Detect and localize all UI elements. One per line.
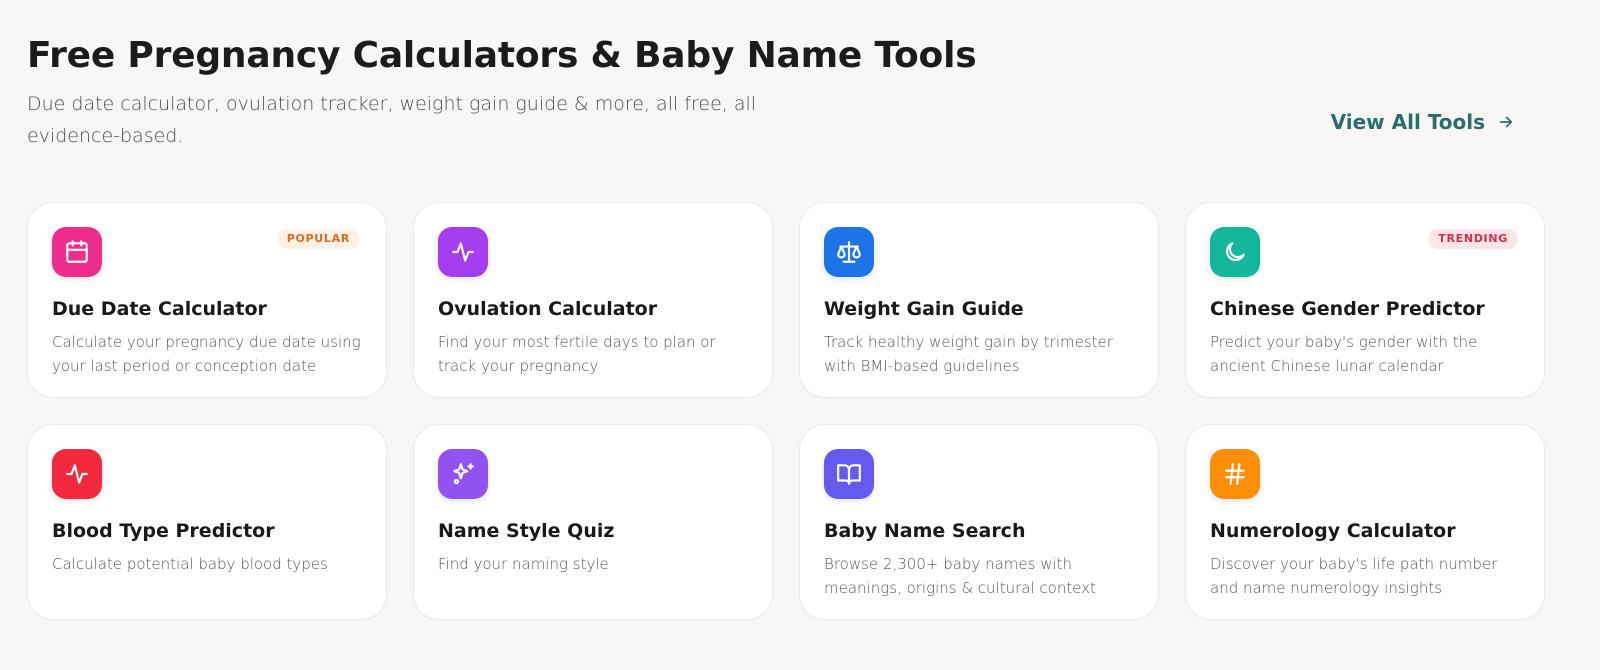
card-description: Predict your baby's gender with the anci… xyxy=(1210,333,1478,375)
trending-badge: TRENDING xyxy=(1428,229,1518,249)
calendar-icon xyxy=(66,240,88,263)
card-description: Find your naming style xyxy=(438,555,609,573)
card-description: Find your most fertile days to plan or t… xyxy=(438,333,716,375)
tool-card-ovulation[interactable]: Ovulation Calculator Find your most fert… xyxy=(413,202,773,398)
sparkles-icon xyxy=(453,463,474,485)
popular-badge: POPULAR xyxy=(276,229,360,249)
moon-icon xyxy=(1225,242,1245,262)
page-subtitle: Due date calculator, ovulation tracker, … xyxy=(27,93,757,147)
moon-icon-tile xyxy=(1210,227,1260,277)
tool-card-name-style-quiz[interactable]: Name Style Quiz Find your naming style xyxy=(413,424,773,620)
activity-icon-tile xyxy=(438,227,488,277)
hash-icon xyxy=(1225,463,1245,485)
card-description: Discover your baby's life path number an… xyxy=(1210,555,1498,597)
scale-icon-tile xyxy=(824,227,874,277)
pulse-icon-tile xyxy=(52,449,102,499)
tool-card-weight-gain[interactable]: Weight Gain Guide Track healthy weight g… xyxy=(799,202,1159,398)
card-description: Calculate potential baby blood types xyxy=(52,555,328,573)
card-description: Track healthy weight gain by trimester w… xyxy=(824,333,1113,375)
sparkles-icon-tile xyxy=(438,449,488,499)
tool-card-numerology[interactable]: Numerology Calculator Discover your baby… xyxy=(1185,424,1545,620)
card-title: Name Style Quiz xyxy=(438,520,615,542)
pulse-icon xyxy=(66,464,88,484)
hash-icon-tile xyxy=(1210,449,1260,499)
card-title: Ovulation Calculator xyxy=(438,298,658,320)
card-description: Browse 2,300+ baby names with meanings, … xyxy=(824,555,1096,597)
view-all-tools-label: View All Tools xyxy=(1330,110,1485,134)
page-title: Free Pregnancy Calculators & Baby Name T… xyxy=(27,35,977,76)
card-title: Blood Type Predictor xyxy=(52,520,275,542)
book-icon xyxy=(837,464,861,485)
tool-card-due-date[interactable]: POPULAR Due Date Calculator Calculate yo… xyxy=(27,202,387,398)
card-title: Weight Gain Guide xyxy=(824,298,1024,320)
card-title: Numerology Calculator xyxy=(1210,520,1456,542)
arrow-right-icon xyxy=(1499,116,1513,128)
book-icon-tile xyxy=(824,449,874,499)
card-title: Chinese Gender Predictor xyxy=(1210,298,1485,320)
calendar-icon-tile xyxy=(52,227,102,277)
scale-icon xyxy=(837,241,861,263)
card-title: Due Date Calculator xyxy=(52,298,267,320)
tools-grid: POPULAR Due Date Calculator Calculate yo… xyxy=(27,202,1547,620)
tool-card-baby-name-search[interactable]: Baby Name Search Browse 2,300+ baby name… xyxy=(799,424,1159,620)
activity-icon xyxy=(452,242,474,262)
page-header: Free Pregnancy Calculators & Baby Name T… xyxy=(27,28,1547,158)
card-title: Baby Name Search xyxy=(824,520,1026,542)
tool-card-blood-type[interactable]: Blood Type Predictor Calculate potential… xyxy=(27,424,387,620)
view-all-tools-link[interactable]: View All Tools xyxy=(1331,110,1515,134)
tool-card-chinese-gender[interactable]: TRENDING Chinese Gender Predictor Predic… xyxy=(1185,202,1545,398)
card-description: Calculate your pregnancy due date using … xyxy=(52,333,361,375)
